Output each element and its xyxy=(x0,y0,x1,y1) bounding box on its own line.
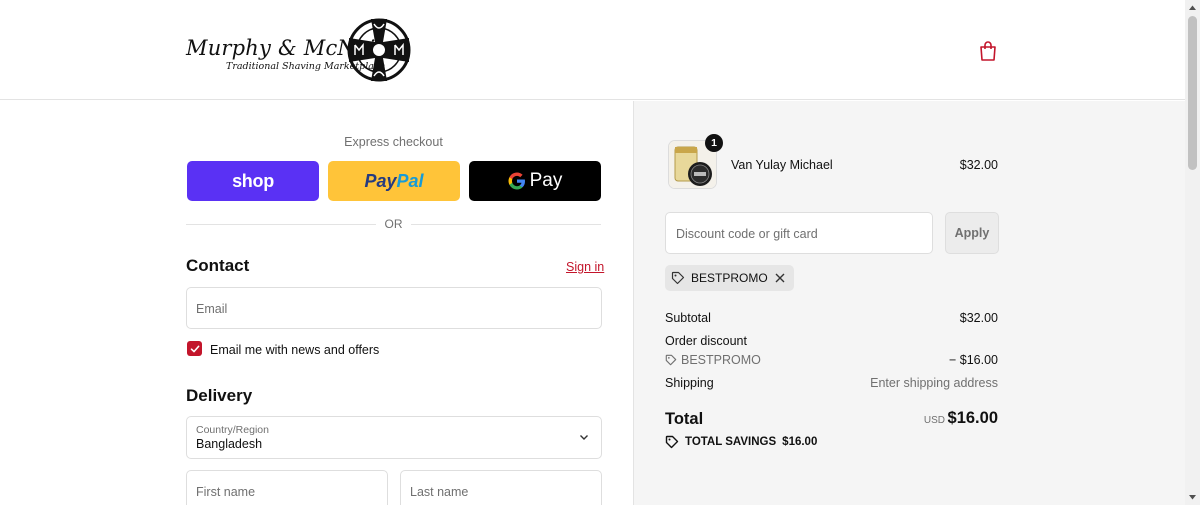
tag-icon xyxy=(671,271,685,285)
checkmark-icon xyxy=(190,345,199,352)
paypal-button[interactable]: PayPal xyxy=(328,161,460,201)
subtotal-label: Subtotal xyxy=(665,311,711,325)
delivery-heading: Delivery xyxy=(186,386,253,405)
store-logo[interactable]: Murphy & McNeil Traditional Shaving Mark… xyxy=(186,16,416,84)
email-placeholder: Email xyxy=(196,302,228,316)
discount-value: − $16.00 xyxy=(948,353,998,367)
country-label: Country/Region xyxy=(196,424,269,436)
first-name-placeholder: First name xyxy=(196,485,256,499)
discount-code-row: BESTPROMO xyxy=(665,353,761,367)
total-label: Total xyxy=(665,410,704,428)
applied-promo-chip: BESTPROMO xyxy=(665,265,794,291)
checkout-form: Express checkout shop PayPal Pay OR Cont… xyxy=(0,101,633,505)
sign-in-link[interactable]: Sign in xyxy=(566,260,604,274)
savings-value: $16.00 xyxy=(782,436,818,448)
shop-pay-label: shop xyxy=(232,170,274,191)
scroll-up-icon[interactable] xyxy=(1188,3,1197,13)
express-checkout-label: Express checkout xyxy=(344,135,443,149)
shop-pay-button[interactable]: shop xyxy=(187,161,319,201)
google-pay-button[interactable]: Pay xyxy=(469,161,601,201)
country-select[interactable]: Country/Region Bangladesh xyxy=(186,416,602,459)
apply-discount-button[interactable]: Apply xyxy=(945,212,999,254)
tag-icon xyxy=(665,354,677,366)
remove-promo-icon[interactable] xyxy=(774,272,786,284)
or-label: OR xyxy=(384,217,403,231)
total-value: $16.00 xyxy=(947,409,998,427)
shopping-bag-icon[interactable] xyxy=(978,40,998,62)
tag-icon xyxy=(665,435,679,449)
discount-placeholder: Discount code or gift card xyxy=(676,227,818,241)
google-g-icon xyxy=(508,172,525,190)
country-value: Bangladesh xyxy=(196,437,263,451)
last-name-placeholder: Last name xyxy=(410,485,469,499)
discount-code-field[interactable]: Discount code or gift card xyxy=(665,212,933,254)
savings-label: TOTAL SAVINGS xyxy=(685,436,777,448)
shipping-value: Enter shipping address xyxy=(870,376,998,390)
shipping-label: Shipping xyxy=(665,376,714,390)
subtotal-value: $32.00 xyxy=(959,311,998,325)
email-field[interactable]: Email xyxy=(186,287,602,329)
newsletter-checkbox[interactable] xyxy=(187,341,202,356)
celtic-cross-icon xyxy=(347,18,411,82)
promo-code-label: BESTPROMO xyxy=(691,271,768,285)
total-currency: USD xyxy=(923,415,945,426)
product-name: Van Yulay Michael xyxy=(731,158,833,172)
quantity-badge: 1 xyxy=(705,134,723,152)
google-pay-label: Pay xyxy=(529,170,563,191)
contact-heading: Contact xyxy=(186,256,250,275)
chevron-down-icon xyxy=(580,435,588,440)
discount-code-label: BESTPROMO xyxy=(681,353,761,367)
order-summary: 1 Van Yulay Michael $32.00 Discount code… xyxy=(633,101,1185,505)
first-name-field[interactable]: First name xyxy=(186,470,388,505)
order-discount-label: Order discount xyxy=(665,334,747,348)
total-savings: TOTAL SAVINGS $16.00 xyxy=(665,435,817,449)
site-header: Murphy & McNeil Traditional Shaving Mark… xyxy=(0,0,1185,100)
newsletter-label: Email me with news and offers xyxy=(210,343,380,357)
scrollbar-thumb[interactable] xyxy=(1188,16,1197,170)
or-divider: OR xyxy=(186,215,601,233)
scroll-down-icon[interactable] xyxy=(1188,492,1197,502)
last-name-field[interactable]: Last name xyxy=(400,470,602,505)
product-price: $32.00 xyxy=(959,158,998,172)
paypal-logo: PayPal xyxy=(364,170,424,191)
page-scrollbar[interactable] xyxy=(1185,0,1200,505)
